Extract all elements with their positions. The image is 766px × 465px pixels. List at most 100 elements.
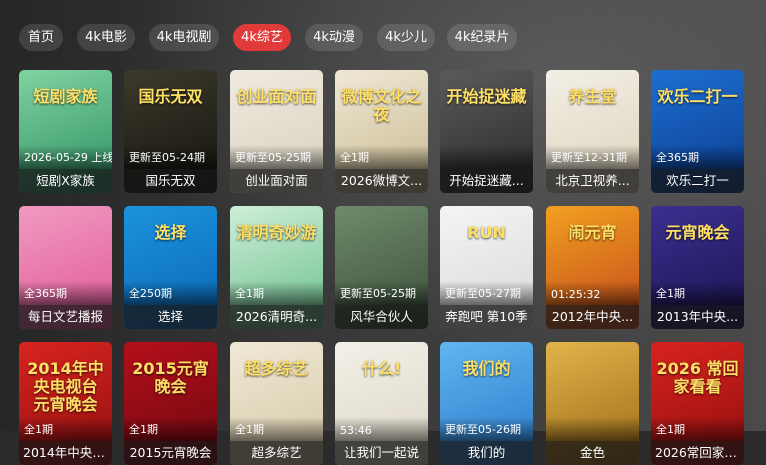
card-title: 国乐无双 bbox=[124, 169, 217, 193]
show-card[interactable]: 元宵晚会全1期 2013年中央... bbox=[651, 206, 744, 329]
show-card[interactable]: RUN 更新至05-27期奔跑吧 第10季 bbox=[440, 206, 533, 329]
poster-lettering: 2026 常回家看看 bbox=[656, 359, 739, 396]
poster-lettering: 欢乐二打一 bbox=[657, 87, 738, 106]
episode-label: 全1期 bbox=[235, 287, 264, 300]
episode-label: 01:25:32 bbox=[551, 288, 601, 301]
episode-overlay bbox=[546, 417, 639, 441]
episode-overlay: 全365期 bbox=[19, 281, 112, 305]
episode-overlay: 更新至12-31期 bbox=[546, 145, 639, 169]
poster-lettering: 2014年中央电视台 元宵晚会 bbox=[27, 359, 104, 414]
episode-overlay: 全1期 bbox=[230, 417, 323, 441]
episode-overlay: 全365期 bbox=[651, 145, 744, 169]
card-title: 奔跑吧 第10季 bbox=[440, 305, 533, 329]
episode-label: 2026-05-29 上线 bbox=[24, 151, 112, 164]
poster-lettering: 闹元宵 bbox=[568, 223, 617, 242]
show-card[interactable]: 选择 全250期 选择 bbox=[124, 206, 217, 329]
show-card[interactable]: 我们的 更新至05-26期 我们的 bbox=[440, 342, 533, 465]
card-title: 2012年中央... bbox=[546, 305, 639, 329]
episode-label: 全365期 bbox=[656, 151, 699, 164]
card-title: 开始捉迷藏... bbox=[440, 169, 533, 193]
card-title: 2026微博文... bbox=[335, 169, 428, 193]
episode-label: 更新至05-27期 bbox=[445, 287, 521, 300]
poster-lettering: 短剧家族 bbox=[33, 87, 98, 106]
show-card[interactable]: 什么! 53:46 让我们一起说 bbox=[335, 342, 428, 465]
show-card[interactable]: 短剧家族 2026-05-29 上线短剧X家族 bbox=[19, 70, 112, 193]
poster-lettering: 元宵晚会 bbox=[665, 223, 730, 242]
poster-lettering: 2015元宵晚会 bbox=[132, 359, 209, 396]
content-grid: 短剧家族 2026-05-29 上线 短剧X家族 国乐无双 更新至05-24期 国乐无双创… bbox=[0, 0, 766, 465]
episode-label: 全1期 bbox=[340, 151, 369, 164]
poster-lettering: 养生堂 bbox=[568, 87, 617, 106]
show-card[interactable]: 更新至05-25期风华合伙人 bbox=[335, 206, 428, 329]
episode-overlay: 全1期 bbox=[651, 281, 744, 305]
episode-label: 全1期 bbox=[24, 423, 53, 436]
poster-lettering: 清明奇妙游 bbox=[236, 223, 317, 242]
poster-lettering: 我们的 bbox=[462, 359, 511, 378]
episode-overlay: 更新至05-25期 bbox=[230, 145, 323, 169]
poster-lettering: 开始捉迷藏 bbox=[446, 87, 527, 106]
show-card[interactable]: 金色 bbox=[546, 342, 639, 465]
episode-label: 更新至05-25期 bbox=[235, 151, 311, 164]
poster-lettering: 国乐无双 bbox=[138, 87, 203, 106]
episode-overlay: 全250期 bbox=[124, 281, 217, 305]
show-card[interactable]: 2015元宵晚会 全1期 2015元宵晚会 bbox=[124, 342, 217, 465]
episode-label: 全1期 bbox=[656, 287, 685, 300]
poster-lettering: 创业面对面 bbox=[236, 87, 317, 106]
poster-lettering: 什么! bbox=[361, 359, 402, 378]
card-title: 金色 bbox=[546, 441, 639, 465]
show-card[interactable]: 国乐无双 更新至05-24期 国乐无双 bbox=[124, 70, 217, 193]
episode-label: 全1期 bbox=[235, 423, 264, 436]
episode-label: 全250期 bbox=[129, 287, 172, 300]
episode-label: 更新至12-31期 bbox=[551, 151, 627, 164]
card-title: 2026清明奇... bbox=[230, 305, 323, 329]
card-title: 每日文艺播报 bbox=[19, 305, 112, 329]
show-card[interactable]: 超多综艺 全1期 超多综艺 bbox=[230, 342, 323, 465]
episode-overlay: 2026-05-29 上线 bbox=[19, 145, 112, 169]
card-title: 2026常回家看看 bbox=[651, 441, 744, 465]
episode-label: 全1期 bbox=[129, 423, 158, 436]
card-title: 欢乐二打一 bbox=[651, 169, 744, 193]
poster-lettering: 微博文化之夜 bbox=[341, 87, 422, 124]
episode-label: 更新至05-26期 bbox=[445, 423, 521, 436]
episode-overlay: 更新至05-25期 bbox=[335, 281, 428, 305]
card-title: 让我们一起说 bbox=[335, 441, 428, 465]
episode-label: 全365期 bbox=[24, 287, 67, 300]
show-card[interactable]: 闹元宵 01:25:32 2012年中央... bbox=[546, 206, 639, 329]
show-card[interactable]: 养生堂更新至12-31期北京卫视养... bbox=[546, 70, 639, 193]
card-title: 北京卫视养... bbox=[546, 169, 639, 193]
episode-overlay: 全1期 bbox=[335, 145, 428, 169]
episode-overlay: 53:46 bbox=[335, 417, 428, 441]
episode-label: 更新至05-25期 bbox=[340, 287, 416, 300]
poster-lettering: RUN bbox=[467, 223, 506, 242]
poster-lettering: 超多综艺 bbox=[244, 359, 309, 378]
episode-overlay: 全1期 bbox=[124, 417, 217, 441]
card-title: 选择 bbox=[124, 305, 217, 329]
episode-overlay: 更新至05-26期 bbox=[440, 417, 533, 441]
card-title: 2014年中央电视台元宵晚会 bbox=[19, 441, 112, 465]
card-title: 创业面对面 bbox=[230, 169, 323, 193]
episode-overlay: 01:25:32 bbox=[546, 281, 639, 305]
show-card[interactable]: 欢乐二打一 全365期 欢乐二打一 bbox=[651, 70, 744, 193]
show-card[interactable]: 开始捉迷藏开始捉迷藏... bbox=[440, 70, 533, 193]
episode-overlay: 全1期 bbox=[19, 417, 112, 441]
episode-overlay: 全1期 bbox=[651, 417, 744, 441]
episode-overlay: 更新至05-24期 bbox=[124, 145, 217, 169]
card-title: 短剧X家族 bbox=[19, 169, 112, 193]
show-card[interactable]: 微博文化之夜全1期 2026微博文... bbox=[335, 70, 428, 193]
card-title: 2013年中央... bbox=[651, 305, 744, 329]
episode-overlay: 更新至05-27期 bbox=[440, 281, 533, 305]
card-title: 超多综艺 bbox=[230, 441, 323, 465]
show-card[interactable]: 2014年中央电视台 元宵晚会全1期 2014年中央电视台元宵晚会 bbox=[19, 342, 112, 465]
poster-lettering: 选择 bbox=[154, 223, 187, 242]
episode-overlay bbox=[440, 145, 533, 169]
episode-overlay: 全1期 bbox=[230, 281, 323, 305]
show-card[interactable]: 清明奇妙游全1期 2026清明奇... bbox=[230, 206, 323, 329]
card-title: 风华合伙人 bbox=[335, 305, 428, 329]
show-card[interactable]: 全365期每日文艺播报 bbox=[19, 206, 112, 329]
episode-label: 更新至05-24期 bbox=[129, 151, 205, 164]
card-title: 我们的 bbox=[440, 441, 533, 465]
card-title: 2015元宵晚会 bbox=[124, 441, 217, 465]
episode-label: 全1期 bbox=[656, 423, 685, 436]
show-card[interactable]: 创业面对面 更新至05-25期 创业面对面 bbox=[230, 70, 323, 193]
show-card[interactable]: 2026 常回家看看全1期 2026常回家看看 bbox=[651, 342, 744, 465]
